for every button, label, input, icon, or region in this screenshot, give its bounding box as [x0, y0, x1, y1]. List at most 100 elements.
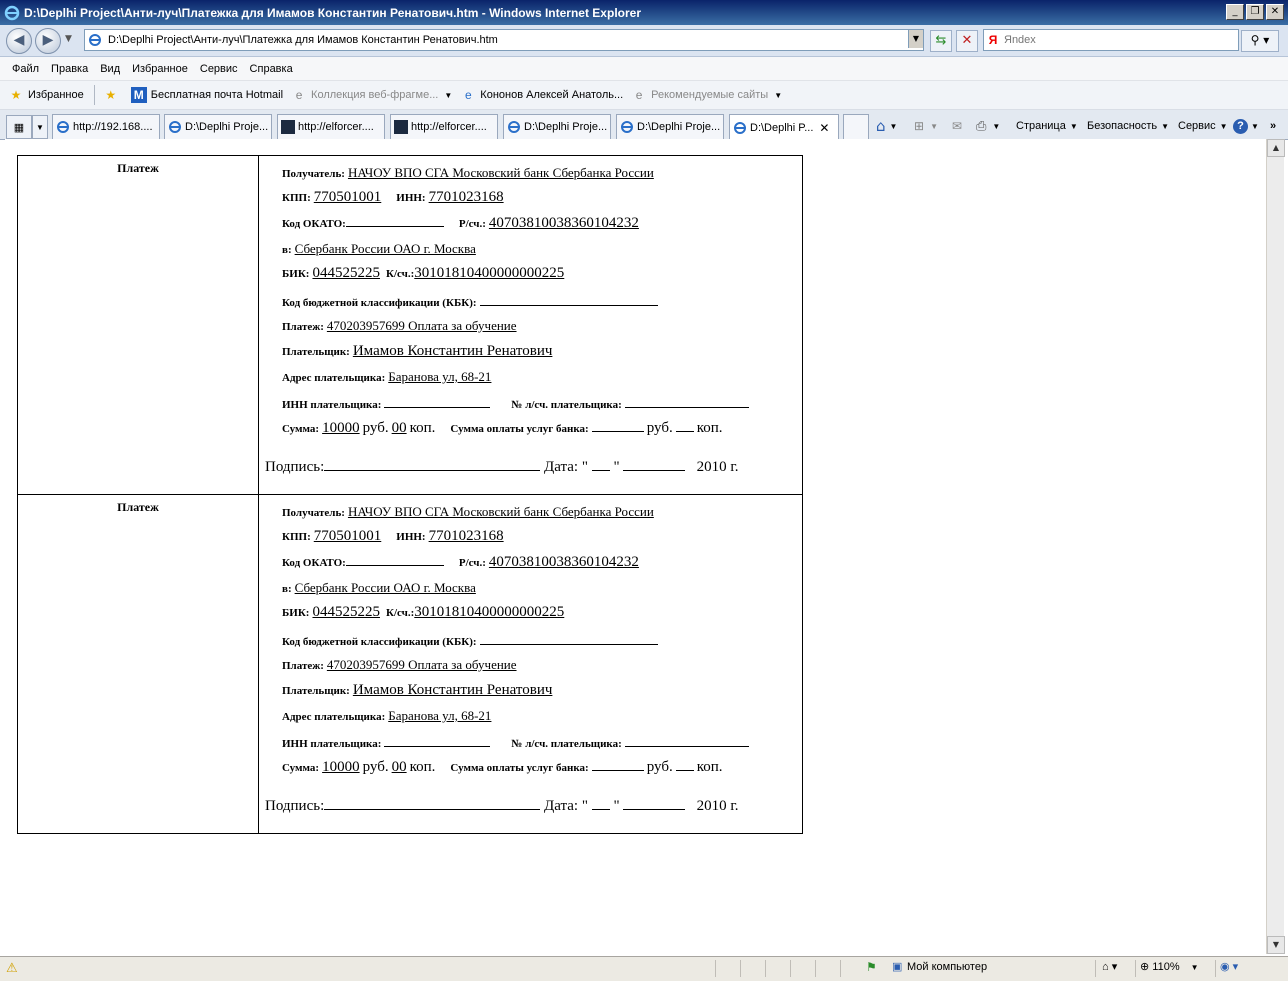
menu-favorites[interactable]: Избранное — [132, 63, 188, 75]
address-toolbar: ◀ ▶ ▼ D:\Deplhi Project\Анти-луч\Платежк… — [0, 25, 1288, 57]
tools-menu[interactable]: Сервис ▼ — [1178, 115, 1228, 137]
stop-button[interactable]: ✕ — [956, 30, 978, 52]
menu-view[interactable]: Вид — [100, 63, 120, 75]
payer-inn-label: ИНН плательщика: — [282, 399, 382, 411]
date-month-blank — [623, 795, 686, 810]
status-cell — [740, 960, 763, 977]
payer-label: Плательщик: — [282, 685, 350, 697]
inn-label: ИНН: — [396, 531, 426, 543]
menu-edit[interactable]: Правка — [51, 63, 88, 75]
recipient-label: Получатель: — [282, 507, 345, 519]
address-dropdown[interactable]: ▼ — [908, 30, 923, 48]
bik-label: БИК: — [282, 268, 310, 280]
stop-icon: ✕ — [961, 33, 973, 48]
status-cell — [840, 960, 863, 977]
back-button[interactable]: ◀ — [6, 28, 32, 54]
restore-button[interactable]: ❐ — [1246, 4, 1264, 20]
bank-fee-label: Сумма оплаты услуг банка: — [450, 762, 589, 774]
fav-suggested-sites[interactable]: e Рекомендуемые сайты ▼ — [631, 87, 782, 103]
account-label: Р/сч.: — [458, 557, 486, 569]
ie-page-icon: e — [635, 88, 643, 102]
menu-file[interactable]: Файл — [12, 63, 39, 75]
print-button[interactable]: ⎙ ▼ — [976, 115, 1000, 137]
address-label: Адрес плательщика: — [282, 372, 386, 384]
close-tab-icon[interactable]: ✕ — [819, 121, 829, 135]
tab-label: D:\Deplhi P... — [750, 121, 814, 134]
tab-6[interactable]: D:\Deplhi Proje... — [616, 114, 724, 139]
signature-label: Подпись: — [265, 798, 325, 814]
purpose-value: 470203957699 Оплата за обучение — [326, 318, 517, 333]
payment-row: Платеж Получатель: НАЧОУ ВПО СГА Московс… — [17, 494, 803, 834]
security-menu-label: Безопасность — [1087, 120, 1158, 132]
refresh-button[interactable]: ⇆ — [930, 30, 952, 52]
tab-1[interactable]: http://192.168.... — [52, 114, 160, 139]
okato-label: Код ОКАТО: — [282, 557, 346, 569]
date-month-blank — [623, 456, 686, 471]
signature-blank — [324, 456, 541, 471]
fav-hotmail[interactable]: M Бесплатная почта Hotmail — [130, 87, 283, 103]
status-cell — [790, 960, 813, 977]
zoom-control[interactable]: ⊕ 110% ▼ — [1135, 960, 1208, 977]
ie-page-icon — [621, 121, 633, 133]
tab-4[interactable]: http://elforcer.... — [390, 114, 498, 139]
tab-list-dropdown[interactable]: ▼ — [32, 115, 48, 139]
search-box[interactable]: Я — [983, 29, 1239, 51]
status-bar: ⚠ ⚑ ▣ Мой компьютер ⌂ ▾ ⊕ 110% ▼ ◉ ▾ — [0, 956, 1288, 981]
favorites-button[interactable]: ★ Избранное — [8, 87, 84, 103]
menu-tools[interactable]: Сервис — [200, 63, 238, 75]
rub-label: руб. — [362, 759, 389, 775]
mail-button[interactable]: ✉ — [952, 115, 962, 137]
recipient-value: НАЧОУ ВПО СГА Московский банк Сбербанка … — [347, 165, 654, 180]
address-field[interactable]: D:\Deplhi Project\Анти-луч\Платежка для … — [84, 29, 924, 51]
payment-left-cell: Платеж — [17, 155, 259, 495]
arrow-down-icon: ▼ — [1272, 940, 1280, 949]
new-tab-button[interactable] — [843, 114, 869, 139]
minimize-button[interactable]: _ — [1226, 4, 1244, 20]
window-title: D:\Deplhi Project\Анти-луч\Платежка для … — [24, 5, 641, 20]
kbk-blank — [479, 632, 658, 645]
search-button[interactable]: ⚲ ▾ — [1241, 30, 1279, 52]
page-menu[interactable]: Страница ▼ — [1016, 115, 1078, 137]
favorites-bar: ★ Избранное ★ M Бесплатная почта Hotmail… — [0, 81, 1288, 110]
zoom-icon: ⊕ — [1140, 961, 1150, 973]
fav-kononov-label: Кононов Алексей Анатоль... — [480, 89, 624, 101]
feeds-button[interactable]: ⊞ ▼ — [914, 115, 938, 137]
status-cell[interactable]: ◉ ▾ — [1215, 960, 1266, 977]
home-icon: ⌂ — [876, 117, 886, 135]
bik-value: 044525225 — [312, 604, 380, 620]
chevron-down-icon: ▼ — [1161, 121, 1170, 131]
add-favorite-button[interactable]: ★ — [103, 87, 123, 103]
status-cell — [715, 960, 738, 977]
search-input[interactable] — [1002, 33, 1206, 47]
close-window-button[interactable]: ✕ — [1266, 4, 1284, 20]
home-button[interactable]: ⌂ ▼ — [876, 115, 897, 137]
address-url: D:\Deplhi Project\Анти-луч\Платежка для … — [108, 34, 498, 46]
divider — [93, 85, 95, 105]
help-button[interactable]: ? ▼ — [1233, 115, 1259, 137]
vertical-scrollbar[interactable]: ▲ ▼ — [1266, 139, 1285, 954]
tab-active[interactable]: D:\Deplhi P... ✕ — [729, 114, 839, 140]
tab-bar: ▦ ▼ http://192.168.... D:\Deplhi Proje..… — [0, 110, 1288, 140]
scroll-up-button[interactable]: ▲ — [1267, 139, 1285, 157]
inn-value: 7701023168 — [428, 528, 504, 544]
sum-rub-value: 10000 — [322, 420, 360, 436]
tab-2[interactable]: D:\Deplhi Proje... — [164, 114, 272, 139]
payer-label: Плательщик: — [282, 346, 350, 358]
status-cell — [815, 960, 838, 977]
more-tools-button[interactable]: » — [1270, 115, 1276, 137]
menu-help[interactable]: Справка — [250, 63, 293, 75]
history-dropdown[interactable]: ▼ — [65, 34, 72, 44]
kop-label: коп. — [409, 759, 436, 775]
corr-label: К/сч.: — [385, 607, 415, 619]
tab-label: D:\Deplhi Proje... — [637, 121, 721, 133]
tab-5[interactable]: D:\Deplhi Proje... — [503, 114, 611, 139]
forward-button[interactable]: ▶ — [35, 28, 61, 54]
status-cell[interactable]: ⌂ ▾ — [1095, 960, 1131, 977]
fav-kononov[interactable]: e Кононов Алексей Анатоль... — [460, 87, 623, 103]
account-label: Р/сч.: — [458, 218, 486, 230]
tab-3[interactable]: http://elforcer.... — [277, 114, 385, 139]
quick-tabs-button[interactable]: ▦ — [6, 115, 32, 139]
scroll-down-button[interactable]: ▼ — [1267, 936, 1285, 954]
fav-web-slices[interactable]: e Коллекция веб-фрагме... ▼ — [291, 87, 453, 103]
security-menu[interactable]: Безопасность ▼ — [1087, 115, 1169, 137]
